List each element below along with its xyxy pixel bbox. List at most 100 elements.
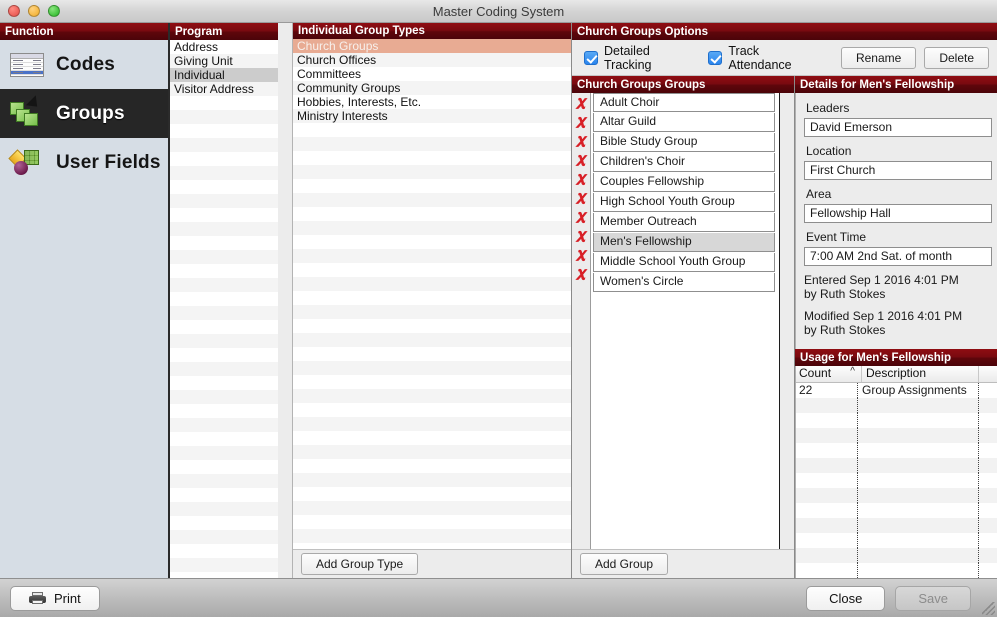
list-item-empty	[293, 165, 571, 179]
close-window-button[interactable]	[8, 5, 20, 17]
options-pane-header: Church Groups Options	[572, 23, 997, 40]
list-item[interactable]: Visitor Address	[170, 82, 278, 96]
event-time-field[interactable]: 7:00 AM 2nd Sat. of month	[804, 247, 992, 266]
list-item[interactable]: High School Youth Group	[593, 193, 775, 212]
usage-cell-empty	[979, 428, 997, 443]
leaders-field[interactable]: David Emerson	[804, 118, 992, 137]
list-item[interactable]: Bible Study Group	[593, 133, 775, 152]
entered-meta: Entered Sep 1 2016 4:01 PM by Ruth Stoke…	[804, 273, 992, 301]
usage-table-header-row: Count ^ Description	[796, 366, 997, 383]
list-item-empty	[293, 291, 571, 305]
list-item-empty	[293, 137, 571, 151]
sidebar-item-codes[interactable]: Codes	[0, 40, 168, 89]
list-item[interactable]: Children's Choir	[593, 153, 775, 172]
sidebar-item-groups[interactable]: Groups	[0, 89, 168, 138]
list-item[interactable]: Church Groups	[293, 39, 571, 53]
location-field[interactable]: First Church	[804, 161, 992, 180]
table-grid-icon	[10, 50, 44, 80]
table-row[interactable]: 22 Group Assignments	[796, 383, 997, 398]
minimize-window-button[interactable]	[28, 5, 40, 17]
list-item[interactable]: Hobbies, Interests, Etc.	[293, 95, 571, 109]
entered-line-2: by Ruth Stokes	[804, 287, 992, 301]
red-x-delete-icon[interactable]: 𝛘	[572, 93, 590, 112]
close-button[interactable]: Close	[806, 586, 885, 611]
list-item-empty	[293, 123, 571, 137]
list-item[interactable]: Couples Fellowship	[593, 173, 775, 192]
shapes-diamond-cube-sphere-icon	[10, 148, 44, 178]
delete-button[interactable]: Delete	[924, 47, 989, 69]
usage-cell-empty	[796, 533, 858, 548]
groups-list-scrollbar[interactable]	[780, 93, 794, 549]
list-item[interactable]: Giving Unit	[170, 54, 278, 68]
list-item[interactable]: Church Offices	[293, 53, 571, 67]
usage-cell-empty	[858, 443, 979, 458]
list-item[interactable]: Individual	[170, 68, 278, 82]
track-attendance-label: Track Attendance	[728, 44, 815, 72]
list-item[interactable]: Adult Choir	[593, 93, 775, 112]
red-x-delete-icon[interactable]: 𝛘	[572, 188, 590, 207]
usage-column-header-count[interactable]: Count ^	[796, 366, 861, 382]
list-item[interactable]: Altar Guild	[593, 113, 775, 132]
program-column-header: Program	[170, 23, 278, 40]
list-item-empty	[170, 292, 278, 306]
red-x-delete-icon[interactable]: 𝛘	[572, 226, 590, 245]
add-group-type-button[interactable]: Add Group Type	[301, 553, 418, 575]
usage-cell-empty	[979, 398, 997, 413]
groups-list[interactable]: 𝛘 𝛘 𝛘 𝛘 𝛘 𝛘 𝛘 𝛘 𝛘 𝛘 Adul	[572, 93, 794, 549]
add-group-button[interactable]: Add Group	[580, 553, 668, 575]
area-field[interactable]: Fellowship Hall	[804, 204, 992, 223]
list-item[interactable]: Committees	[293, 67, 571, 81]
usage-cell-empty	[796, 548, 858, 563]
usage-cell-empty	[858, 398, 979, 413]
program-list[interactable]: Address Giving Unit Individual Visitor A…	[170, 40, 278, 578]
print-button[interactable]: Print	[10, 586, 100, 611]
list-item-empty	[170, 432, 278, 446]
list-item-empty	[170, 306, 278, 320]
list-item[interactable]: Ministry Interests	[293, 109, 571, 123]
zoom-window-button[interactable]	[48, 5, 60, 17]
rename-button[interactable]: Rename	[841, 47, 916, 69]
red-x-delete-icon[interactable]: 𝛘	[572, 150, 590, 169]
group-types-list[interactable]: Church Groups Church Offices Committees …	[293, 39, 571, 549]
red-x-delete-icon[interactable]: 𝛘	[572, 207, 590, 226]
usage-cell-empty	[796, 518, 858, 533]
list-item[interactable]: Community Groups	[293, 81, 571, 95]
list-item[interactable]: Women's Circle	[593, 273, 775, 292]
red-x-delete-icon[interactable]: 𝛘	[572, 169, 590, 188]
usage-cell-empty	[979, 518, 997, 533]
red-x-delete-icon[interactable]: 𝛘	[572, 264, 590, 283]
usage-cell-spare	[979, 383, 997, 398]
red-x-delete-icon[interactable]: 𝛘	[572, 131, 590, 150]
usage-cell-empty	[979, 443, 997, 458]
red-x-delete-icon[interactable]: 𝛘	[572, 112, 590, 131]
program-column-scroll-gutter[interactable]	[278, 23, 293, 578]
track-attendance-checkbox[interactable]	[708, 51, 722, 65]
list-item-empty	[170, 502, 278, 516]
resize-grip[interactable]	[982, 602, 995, 615]
list-item-empty	[170, 264, 278, 278]
red-x-delete-icon[interactable]: 𝛘	[572, 245, 590, 264]
sidebar-item-user-fields[interactable]: User Fields	[0, 138, 168, 187]
usage-cell-empty	[858, 548, 979, 563]
groups-items[interactable]: Adult Choir Altar Guild Bible Study Grou…	[591, 93, 780, 549]
list-item-empty	[293, 487, 571, 501]
list-item[interactable]: Middle School Youth Group	[593, 253, 775, 272]
list-item-empty	[170, 208, 278, 222]
track-attendance-checkbox-group[interactable]: Track Attendance	[708, 44, 815, 72]
printer-icon	[29, 592, 46, 604]
detailed-tracking-checkbox-group[interactable]: Detailed Tracking	[584, 44, 690, 72]
list-item-selected[interactable]: Men's Fellowship	[593, 233, 775, 252]
usage-cell-empty	[858, 428, 979, 443]
details-fields: Leaders David Emerson Location First Chu…	[795, 93, 997, 349]
list-item-empty	[293, 389, 571, 403]
usage-cell-empty	[979, 548, 997, 563]
usage-column-header-description[interactable]: Description	[862, 366, 978, 382]
detailed-tracking-checkbox[interactable]	[584, 51, 598, 65]
sort-ascending-icon[interactable]: ^	[850, 366, 855, 377]
list-item-empty	[293, 319, 571, 333]
list-item[interactable]: Address	[170, 40, 278, 54]
usage-cell-empty	[796, 398, 858, 413]
usage-cell-empty	[796, 458, 858, 473]
list-item[interactable]: Member Outreach	[593, 213, 775, 232]
sidebar-header: Function	[0, 23, 168, 40]
